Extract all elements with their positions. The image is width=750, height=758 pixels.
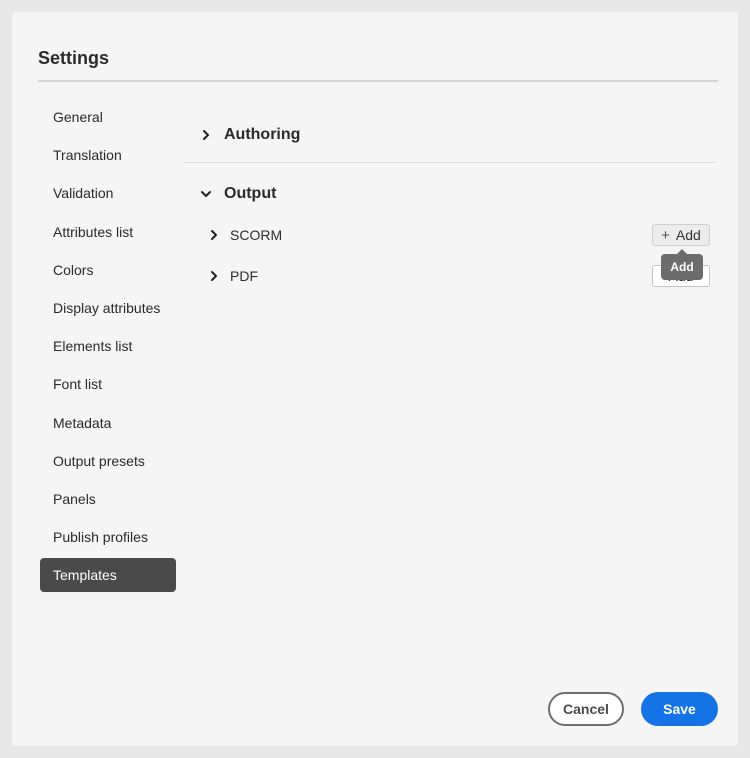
chevron-right-icon (200, 129, 212, 141)
section-authoring-label: Authoring (224, 126, 301, 143)
section-output-label: Output (224, 185, 277, 202)
output-item-scorm: SCORM + Add (208, 221, 716, 249)
settings-sidebar: General Translation Validation Attribute… (40, 100, 176, 596)
pdf-label: PDF (230, 268, 258, 284)
dialog-title: Settings (38, 48, 110, 68)
sidebar-item-display-attributes[interactable]: Display attributes (40, 291, 176, 325)
section-authoring-toggle[interactable]: Authoring (200, 123, 300, 147)
settings-content: Authoring Output SCORM + Add PDF Add (184, 100, 716, 660)
title-divider (38, 80, 718, 82)
chevron-right-icon (208, 270, 220, 282)
sidebar-item-validation[interactable]: Validation (40, 176, 176, 210)
add-button-label: Add (675, 227, 701, 243)
sidebar-item-output-presets[interactable]: Output presets (40, 444, 176, 478)
add-tooltip: Add (661, 249, 703, 280)
scorm-add-button[interactable]: + Add (652, 224, 710, 246)
scorm-label: SCORM (230, 227, 283, 243)
sidebar-item-publish-profiles[interactable]: Publish profiles (40, 520, 176, 554)
sidebar-item-elements-list[interactable]: Elements list (40, 329, 176, 363)
sidebar-item-general[interactable]: General (40, 100, 176, 134)
section-divider (184, 162, 716, 163)
chevron-down-icon (200, 188, 212, 200)
output-item-pdf: PDF Add (208, 262, 716, 290)
sidebar-item-metadata[interactable]: Metadata (40, 406, 176, 440)
pdf-toggle[interactable]: PDF (208, 262, 258, 290)
cancel-button[interactable]: Cancel (548, 692, 624, 726)
sidebar-item-translation[interactable]: Translation (40, 138, 176, 172)
sidebar-item-templates[interactable]: Templates (40, 558, 176, 593)
chevron-right-icon (208, 229, 220, 241)
sidebar-item-attributes-list[interactable]: Attributes list (40, 215, 176, 249)
scorm-toggle[interactable]: SCORM (208, 221, 282, 249)
section-output-toggle[interactable]: Output (200, 182, 276, 206)
sidebar-item-panels[interactable]: Panels (40, 482, 176, 516)
settings-dialog: Settings General Translation Validation … (12, 12, 738, 746)
save-button[interactable]: Save (641, 692, 718, 726)
sidebar-item-font-list[interactable]: Font list (40, 367, 176, 401)
plus-icon: + (661, 226, 670, 244)
sidebar-item-colors[interactable]: Colors (40, 253, 176, 287)
